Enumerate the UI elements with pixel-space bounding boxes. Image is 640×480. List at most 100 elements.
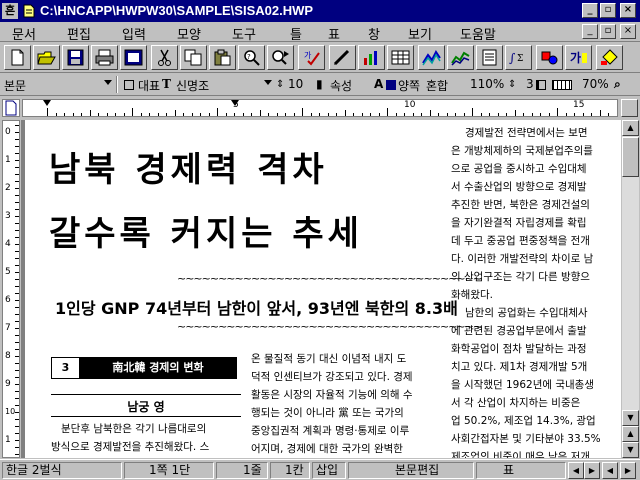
ruler-tick: [132, 108, 133, 116]
prev-page-button[interactable]: ◀: [602, 462, 618, 479]
chart-button[interactable]: [358, 45, 385, 70]
ruler-tick: [15, 258, 19, 259]
ruler-tick: [574, 113, 575, 116]
copy-button[interactable]: [180, 45, 207, 70]
chevron-down-icon[interactable]: [264, 80, 272, 85]
ruler-tick: [64, 113, 65, 116]
scroll-left-button[interactable]: ◀: [568, 462, 584, 479]
edit-mode-status: 본문편집: [348, 462, 474, 479]
document-info-button[interactable]: [476, 45, 503, 70]
grid-icon[interactable]: [552, 80, 572, 90]
ruler-tick: [353, 113, 354, 116]
search-button[interactable]: ?: [238, 45, 265, 70]
paint-button[interactable]: [596, 45, 623, 70]
font-size-spin-icon[interactable]: ⇕: [276, 79, 284, 90]
ruler-tick: [336, 113, 337, 116]
menu-view[interactable]: 보기: [408, 24, 432, 43]
table-button[interactable]: [387, 45, 414, 70]
attribute-label[interactable]: 속성: [330, 77, 352, 94]
text-line: 을 자기완결적 자립경제를 확립: [451, 217, 587, 229]
ruler-tick: [319, 113, 320, 116]
align-select[interactable]: 양쪽: [398, 77, 420, 94]
open-button[interactable]: [33, 45, 60, 70]
app-icon[interactable]: 흔: [2, 3, 18, 19]
scroll-right-button[interactable]: ▶: [584, 462, 600, 479]
font-name-select[interactable]: 신명조: [176, 77, 209, 94]
align-mode-select[interactable]: 혼합: [426, 77, 448, 94]
text-line: 화해왔다.: [451, 289, 493, 301]
menu-insert[interactable]: 입력: [122, 24, 146, 43]
svg-text:가: 가: [304, 51, 312, 60]
input-mode-status[interactable]: 한글 2벌식: [2, 462, 122, 479]
save-button[interactable]: [62, 45, 89, 70]
doc-minimize-button[interactable]: _: [582, 24, 598, 39]
menu-table[interactable]: 표: [328, 24, 340, 43]
ruler-tick: [497, 113, 499, 116]
search-icon: ?: [244, 50, 260, 66]
graph-button[interactable]: [447, 45, 474, 70]
font-lang-select[interactable]: 대표: [138, 77, 160, 94]
line-spacing-spin-icon[interactable]: ⇕: [508, 79, 516, 90]
equation-button[interactable]: ∫ Σ: [505, 45, 532, 70]
ruler-tick: [208, 113, 210, 116]
menu-format[interactable]: 모양: [177, 24, 201, 43]
restore-button[interactable]: ▫: [600, 3, 616, 18]
new-doc-button[interactable]: [4, 45, 31, 70]
page-corner-icon[interactable]: [2, 99, 20, 117]
paragraph-style-select[interactable]: 본문: [4, 77, 26, 94]
line-spacing-input[interactable]: 110%: [470, 77, 504, 91]
horizontal-ruler[interactable]: 5 10 15: [22, 99, 618, 117]
indent-marker-icon[interactable]: [231, 100, 239, 106]
ruler-tick: [15, 356, 19, 357]
vertical-scrollbar[interactable]: ▲ ▼ ▲ ▼: [622, 120, 639, 458]
insert-status[interactable]: 삽입: [312, 462, 346, 479]
doc-restore-button[interactable]: ▫: [600, 24, 616, 39]
paste-button[interactable]: [209, 45, 236, 70]
indent-marker-icon[interactable]: [43, 100, 51, 106]
scroll-thumb[interactable]: [622, 137, 639, 177]
page-up-button[interactable]: ▲: [622, 426, 639, 442]
font-button[interactable]: 가: [565, 45, 592, 70]
line-count-input[interactable]: 3: [526, 77, 534, 91]
menu-tools[interactable]: 도구: [232, 24, 256, 43]
menu-document[interactable]: 문서: [12, 24, 36, 43]
menu-frame[interactable]: 틀: [290, 24, 302, 43]
preview-button[interactable]: [120, 45, 147, 70]
minimize-button[interactable]: _: [582, 3, 598, 18]
ruler-tick: [242, 113, 244, 116]
zoom-icon[interactable]: ⌕: [614, 77, 621, 92]
close-button[interactable]: ×: [620, 3, 636, 18]
menu-help[interactable]: 도움말: [460, 24, 496, 43]
attribute-icon[interactable]: ▮: [316, 77, 323, 91]
save-icon: [67, 49, 84, 66]
lang-checkbox-icon[interactable]: [124, 80, 134, 90]
print-button[interactable]: [91, 45, 118, 70]
font-size-input[interactable]: 10: [288, 77, 303, 91]
chevron-down-icon[interactable]: [104, 80, 112, 85]
menu-window[interactable]: 창: [368, 24, 380, 43]
paste-icon: [214, 49, 231, 66]
cut-button[interactable]: [151, 45, 178, 70]
document-area[interactable]: 남북 경제력 격차 갈수록 커지는 추세 ~~~~~~~~~~~~~~~~~~~…: [21, 120, 621, 458]
scroll-up-button[interactable]: ▲: [622, 120, 639, 136]
document-page[interactable]: 남북 경제력 격차 갈수록 커지는 추세 ~~~~~~~~~~~~~~~~~~~…: [25, 120, 621, 458]
texture-button[interactable]: [418, 45, 445, 70]
next-page-button[interactable]: ▶: [620, 462, 636, 479]
scroll-down-button[interactable]: ▼: [622, 410, 639, 426]
ruler-tick: [531, 113, 533, 116]
ruler-tick: [15, 377, 19, 378]
ruler-tick: [89, 110, 91, 116]
menu-edit[interactable]: 편집: [67, 24, 91, 43]
draw-button[interactable]: [329, 45, 356, 70]
zoom-input[interactable]: 70%: [582, 77, 609, 91]
ruler-toggle-button[interactable]: [621, 99, 638, 117]
text-line: 온 물질적 동기 대신 이념적 내지 도: [251, 353, 407, 365]
ruler-tick: [523, 113, 524, 116]
find-replace-button[interactable]: [267, 45, 294, 70]
spell-check-button[interactable]: 가: [298, 45, 325, 70]
column-icon[interactable]: [536, 80, 546, 90]
char-shape-icon[interactable]: A: [374, 77, 383, 91]
page-down-button[interactable]: ▼: [622, 442, 639, 458]
shape-button[interactable]: [536, 45, 563, 70]
doc-close-button[interactable]: ×: [620, 24, 636, 39]
